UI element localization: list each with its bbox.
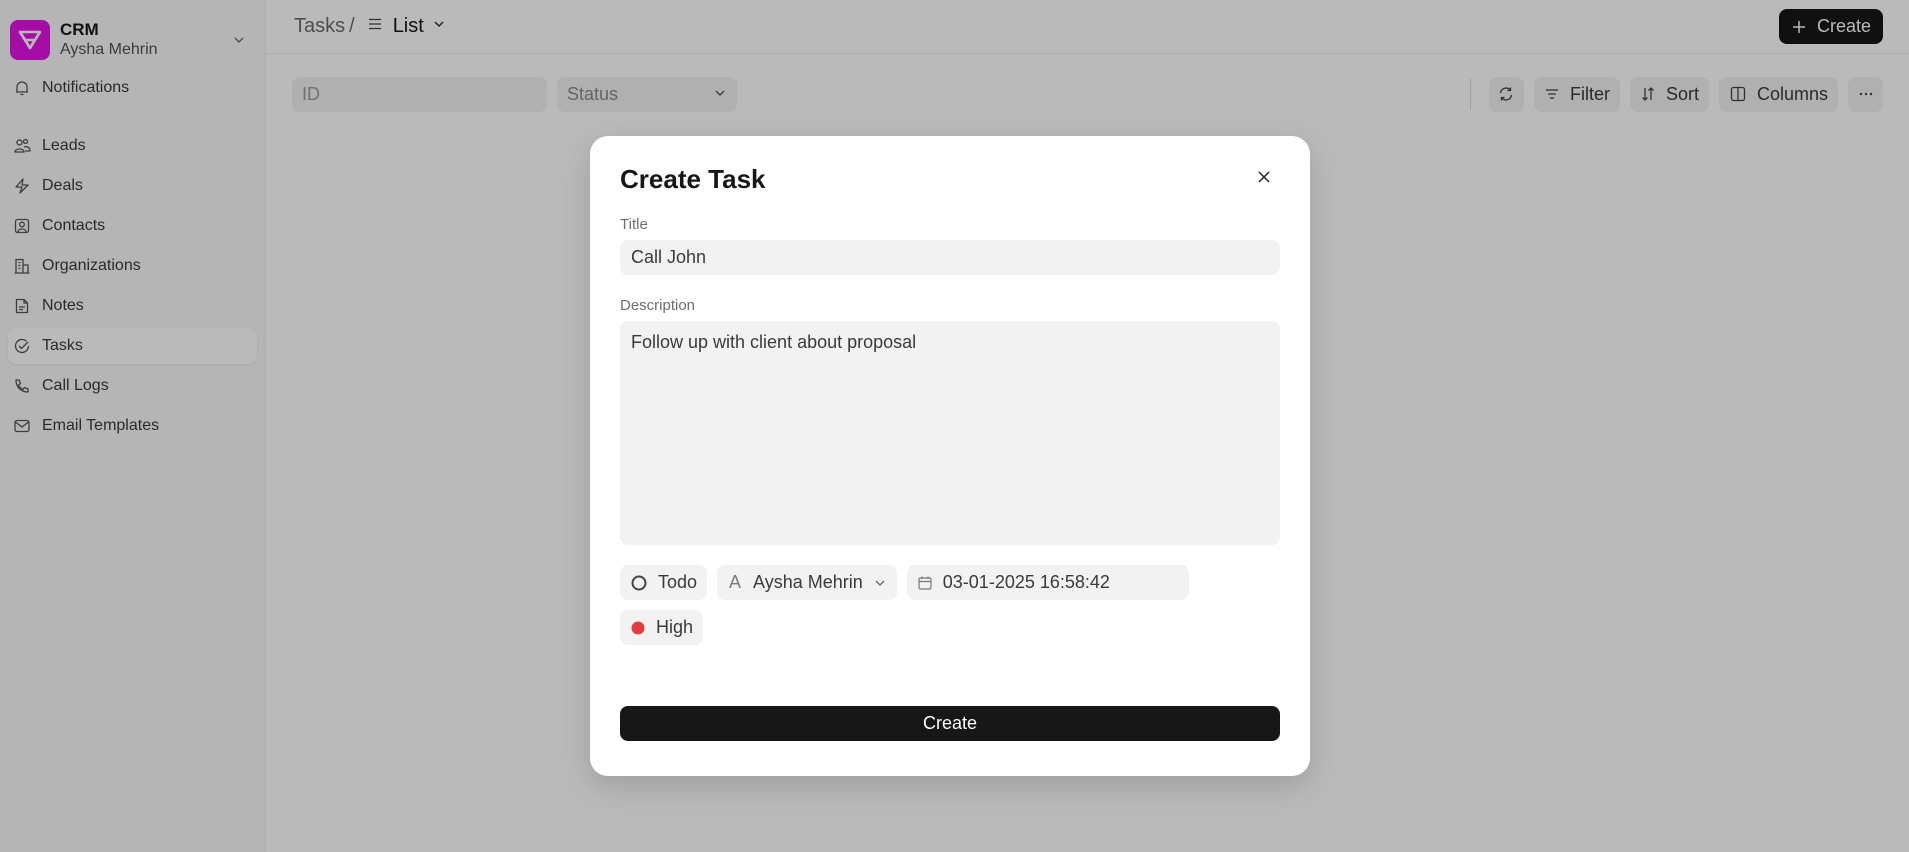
title-value: Call John xyxy=(631,247,707,267)
chevron-down-icon xyxy=(873,576,887,590)
due-date-picker[interactable]: 03-01-2025 16:58:42 xyxy=(906,565,1189,600)
task-properties: Todo A Aysha Mehrin 03-01-2025 16:58:42 … xyxy=(620,565,1280,655)
close-button[interactable] xyxy=(1248,163,1280,195)
submit-create-button[interactable]: Create xyxy=(620,706,1280,741)
description-value: Follow up with client about proposal xyxy=(631,332,917,352)
description-textarea[interactable]: Follow up with client about proposal xyxy=(620,321,1280,545)
assignee-value: Aysha Mehrin xyxy=(753,572,863,592)
close-icon xyxy=(1256,169,1272,190)
priority-value: High xyxy=(656,617,694,637)
todo-status-icon xyxy=(630,574,648,592)
status-value: Todo xyxy=(658,572,698,592)
submit-label: Create xyxy=(922,713,978,733)
description-label: Description xyxy=(620,297,696,314)
title-input[interactable]: Call John xyxy=(620,240,1280,275)
create-task-dialog: Create Task Title Call John Description … xyxy=(590,136,1310,776)
title-label: Title xyxy=(620,216,648,233)
dialog-title: Create Task xyxy=(620,163,766,194)
assignee-dropdown[interactable]: A Aysha Mehrin xyxy=(717,565,897,600)
priority-dropdown[interactable]: High xyxy=(620,610,704,645)
due-date-value: 03-01-2025 16:58:42 xyxy=(942,572,1110,592)
avatar-initial: A xyxy=(729,572,742,592)
priority-high-icon xyxy=(630,620,646,636)
status-dropdown[interactable]: Todo xyxy=(620,565,708,600)
calendar-icon xyxy=(917,575,933,591)
